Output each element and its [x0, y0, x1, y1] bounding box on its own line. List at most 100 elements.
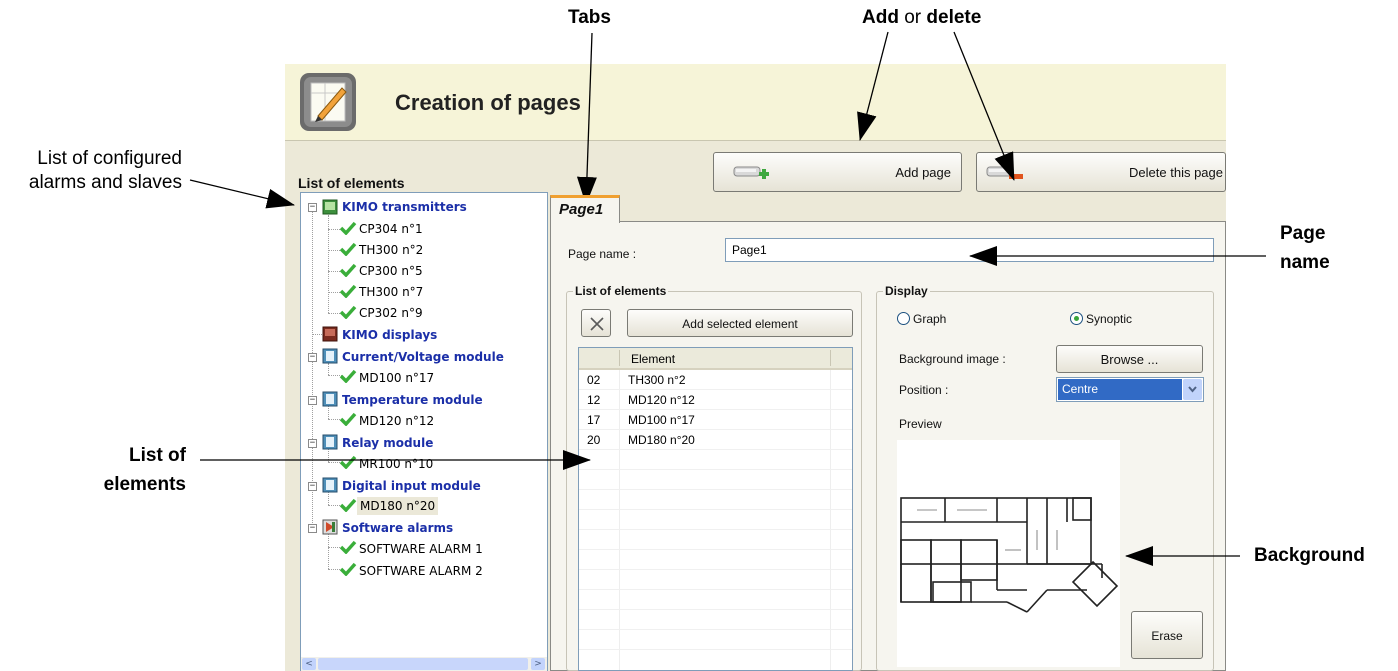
tree-item-cp300[interactable]: CP300 n°5 — [359, 263, 423, 279]
grid-row-name[interactable]: TH300 n°2 — [628, 370, 686, 390]
callout-or-text: or — [898, 7, 927, 28]
tree-item-cp302[interactable]: CP302 n°9 — [359, 305, 423, 321]
tree-item-th300-7[interactable]: TH300 n°7 — [359, 284, 423, 300]
callout-list-configured-line2: alarms and slaves — [28, 172, 182, 193]
grid-row-id[interactable]: 02 — [587, 370, 600, 390]
tab-page1-label: Page1 — [559, 201, 604, 218]
add-selected-element-label: Add selected element — [682, 317, 798, 331]
tree-connector — [328, 405, 329, 419]
grid-column-line — [619, 370, 620, 670]
collapse-toggle[interactable]: − — [308, 524, 317, 533]
grid-row-line — [579, 409, 852, 410]
scroll-left-button[interactable]: < — [302, 658, 316, 670]
grid-row-id[interactable]: 17 — [587, 410, 600, 430]
position-label: Position : — [899, 383, 949, 397]
grid-row-line — [579, 529, 852, 530]
position-select-value: Centre — [1058, 379, 1182, 400]
arrow-list-configured — [189, 179, 295, 209]
tree-item-software-alarm-1[interactable]: SOFTWARE ALARM 1 — [359, 541, 483, 557]
tree-item-th300-2[interactable]: TH300 n°2 — [359, 242, 423, 258]
collapse-toggle[interactable]: − — [308, 353, 317, 362]
element-tree[interactable]: − KIMO transmitters CP304 n°1 TH300 n°2 … — [300, 192, 548, 671]
collapse-toggle[interactable]: − — [308, 482, 317, 491]
check-icon — [339, 540, 357, 554]
add-selected-element-button[interactable]: Add selected element — [627, 309, 853, 337]
grid-row-line — [579, 609, 852, 610]
tree-group-kimo-displays[interactable]: KIMO displays — [342, 327, 437, 343]
radio-synoptic-label[interactable]: Synoptic — [1086, 312, 1132, 326]
collapse-toggle[interactable]: − — [308, 203, 317, 212]
callout-page-name-line1: Page — [1280, 223, 1326, 244]
tree-group-relay[interactable]: Relay module — [342, 435, 433, 451]
grid-header-divider — [619, 350, 620, 366]
erase-button[interactable]: Erase — [1131, 611, 1203, 659]
module-icon — [322, 477, 338, 493]
tree-group-software-alarms[interactable]: Software alarms — [342, 520, 453, 536]
callout-list-elements-line2: elements — [103, 474, 186, 495]
grid-row-id[interactable]: 12 — [587, 390, 600, 410]
add-page-icon — [733, 166, 769, 179]
grid-row-line — [579, 389, 852, 390]
elements-grid[interactable]: Element 02 TH300 n°2 12 MD120 n°12 17 MD… — [578, 347, 853, 671]
tree-item-md100[interactable]: MD100 n°17 — [359, 370, 434, 386]
grid-row-line — [579, 649, 852, 650]
background-image-label: Background image : — [899, 352, 1006, 366]
grid-row-line — [579, 549, 852, 550]
erase-button-label: Erase — [1151, 629, 1183, 643]
browse-button[interactable]: Browse ... — [1056, 345, 1203, 373]
collapse-toggle[interactable]: − — [308, 396, 317, 405]
header-bar: Creation of pages — [285, 64, 1226, 141]
add-page-label: Add page — [895, 165, 951, 180]
module-icon — [322, 348, 338, 364]
callout-delete-text: delete — [926, 7, 982, 28]
callout-list-configured: List of configured alarms and slaves — [6, 147, 182, 195]
add-page-button[interactable]: Add page — [713, 152, 962, 192]
tree-item-cp304[interactable]: CP304 n°1 — [359, 221, 423, 237]
sidebar-heading: List of elements — [298, 175, 405, 191]
delete-page-button[interactable]: Delete this page — [976, 152, 1226, 192]
grid-row-name[interactable]: MD120 n°12 — [628, 390, 695, 410]
module-icon — [322, 434, 338, 450]
page-name-input[interactable] — [725, 238, 1214, 262]
radio-graph[interactable] — [897, 312, 910, 325]
scroll-right-button[interactable]: > — [531, 658, 545, 670]
close-icon — [590, 317, 604, 331]
check-icon — [339, 305, 357, 319]
tree-item-mr100[interactable]: MR100 n°10 — [359, 456, 433, 472]
grid-row-name[interactable]: MD100 n°17 — [628, 410, 695, 430]
grid-row-line — [579, 509, 852, 510]
tab-page1[interactable]: Page1 — [550, 195, 620, 223]
module-icon — [322, 391, 338, 407]
callout-list-elements-line1: List of — [129, 445, 186, 466]
callout-add-or-delete: Add or delete — [862, 6, 981, 30]
tree-item-md120[interactable]: MD120 n°12 — [359, 413, 434, 429]
grid-row-name[interactable]: MD180 n°20 — [628, 430, 695, 450]
transmitter-icon — [322, 199, 338, 215]
tree-group-current-voltage[interactable]: Current/Voltage module — [342, 349, 504, 365]
tree-group-kimo-transmitters[interactable]: KIMO transmitters — [342, 199, 467, 215]
tree-group-temperature[interactable]: Temperature module — [342, 392, 483, 408]
tree-horizontal-scrollbar[interactable]: < > — [301, 657, 547, 671]
tree-item-md180-selected[interactable]: MD180 n°20 — [357, 497, 439, 515]
tree-connector — [328, 363, 329, 375]
collapse-toggle[interactable]: − — [308, 439, 317, 448]
check-icon — [339, 498, 357, 512]
remove-element-button[interactable] — [581, 309, 611, 337]
delete-page-label: Delete this page — [1129, 165, 1223, 180]
callout-background: Background — [1254, 545, 1365, 566]
tree-group-digital-input[interactable]: Digital input module — [342, 478, 481, 494]
grid-row-id[interactable]: 20 — [587, 430, 600, 450]
radio-synoptic[interactable] — [1070, 312, 1083, 325]
page-name-label: Page name : — [568, 247, 637, 261]
page-title: Creation of pages — [395, 90, 581, 115]
grid-header-element[interactable]: Element — [631, 349, 675, 369]
grid-row-line — [579, 489, 852, 490]
position-select[interactable]: Centre — [1056, 377, 1204, 402]
grid-row-line — [579, 449, 852, 450]
chevron-down-icon[interactable] — [1183, 379, 1202, 400]
scroll-thumb[interactable] — [318, 658, 528, 670]
grid-row-line — [579, 569, 852, 570]
radio-graph-label[interactable]: Graph — [913, 312, 946, 326]
tree-item-software-alarm-2[interactable]: SOFTWARE ALARM 2 — [359, 563, 483, 579]
callout-page-name-line2: name — [1280, 252, 1330, 273]
